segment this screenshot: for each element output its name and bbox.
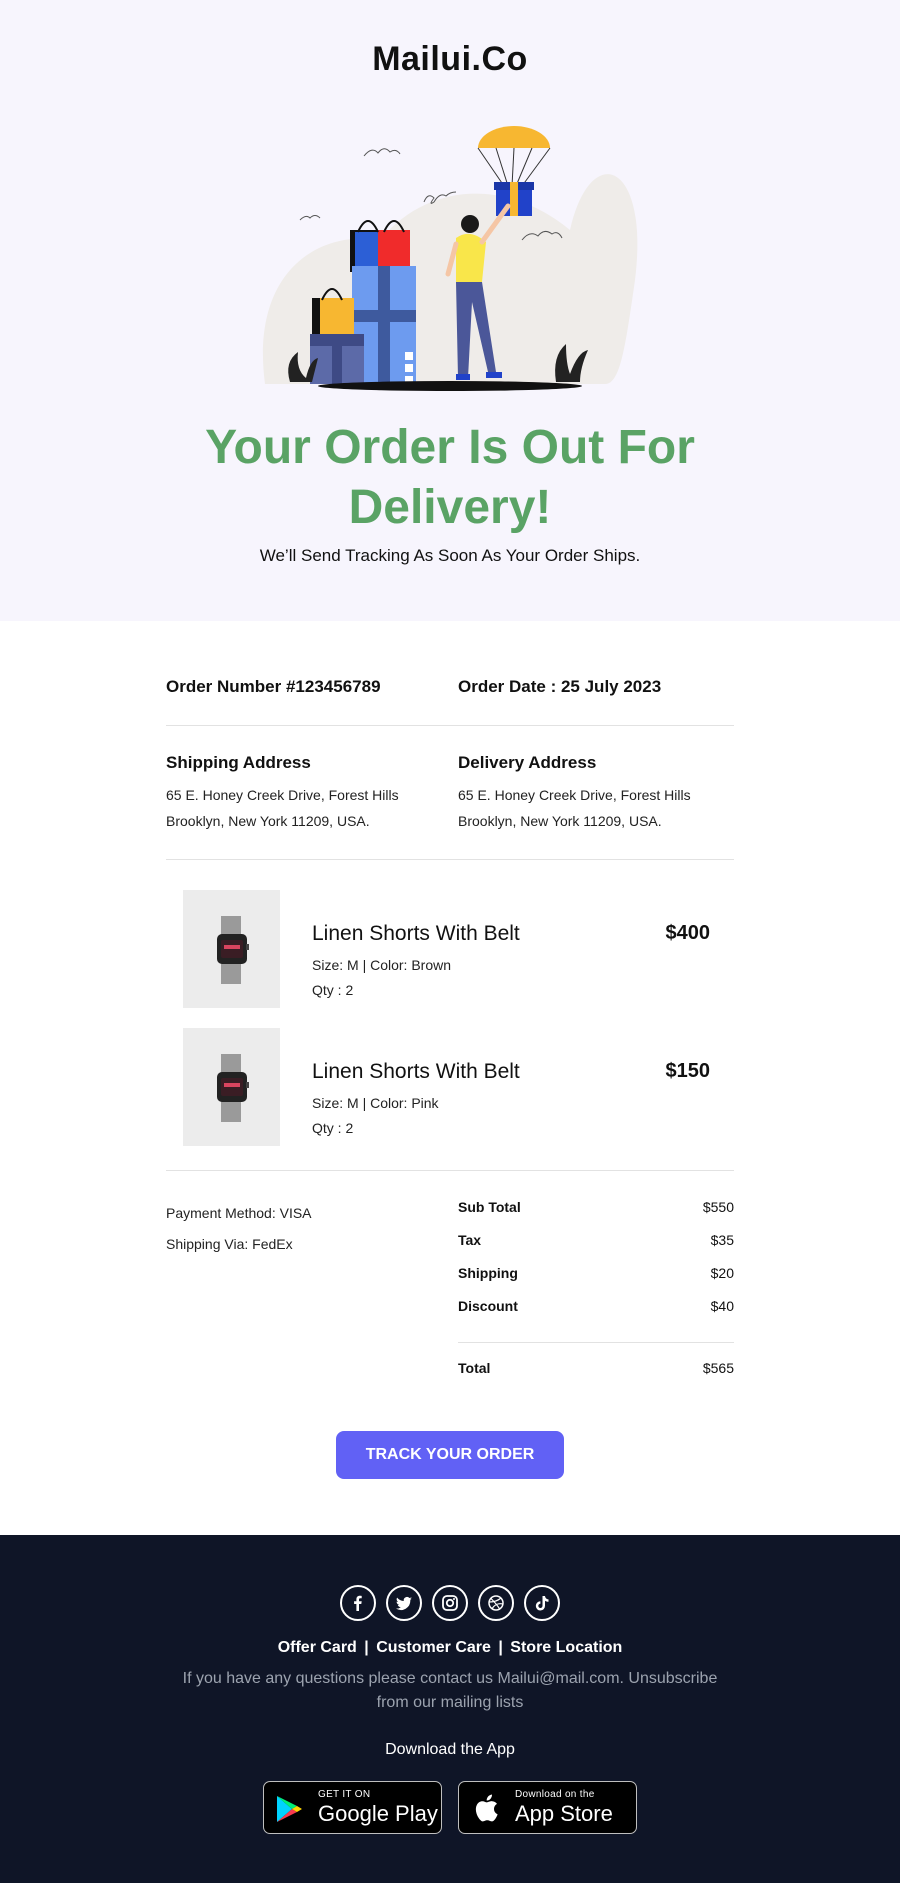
shipping-address-title: Shipping Address — [166, 753, 311, 772]
google-play-caption: GET IT ON — [318, 1789, 371, 1800]
product-image[interactable] — [183, 1028, 280, 1146]
divider — [458, 1342, 734, 1343]
footer-links: Offer Card | Customer Care | Store Locat… — [0, 1639, 900, 1657]
download-app-heading: Download the App — [385, 1741, 515, 1758]
link-separator: | — [364, 1639, 369, 1656]
hero-subline: We’ll Send Tracking As Soon As Your Orde… — [259, 546, 641, 565]
track-order-button[interactable]: TRACK YOUR ORDER — [336, 1431, 564, 1479]
shipping-address-line2: Brooklyn, New York 11209, USA. — [166, 813, 370, 829]
tiktok-icon[interactable] — [524, 1585, 560, 1621]
order-date: Order Date : 25 July 2023 — [458, 677, 662, 696]
app-store-caption: Download on the — [515, 1789, 595, 1800]
tax-value: $35 — [710, 1232, 734, 1248]
google-play-label: Google Play — [318, 1801, 438, 1826]
order-number: Order Number #123456789 — [166, 677, 381, 696]
shipping-value: $20 — [710, 1265, 734, 1281]
contact-text: If you have any questions please contact… — [182, 1670, 718, 1711]
shipping-via: Shipping Via: FedEx — [166, 1236, 293, 1252]
product-name[interactable]: Linen Shorts With Belt — [312, 922, 520, 946]
delivery-address-title: Delivery Address — [458, 753, 597, 772]
facebook-icon[interactable] — [340, 1585, 376, 1621]
total-value: $565 — [702, 1360, 734, 1376]
instagram-icon[interactable] — [432, 1585, 468, 1621]
app-store-button[interactable]: Download on the App Store — [458, 1781, 637, 1834]
twitter-icon[interactable] — [386, 1585, 422, 1621]
google-play-icon — [277, 1796, 302, 1822]
shipping-address: 65 E. Honey Creek Drive, Forest Hills Br… — [166, 782, 399, 834]
apple-icon — [475, 1794, 498, 1822]
tax-label: Tax — [458, 1232, 482, 1248]
product-price: $400 — [665, 922, 711, 944]
order-details: Order Number #123456789 Order Date : 25 … — [0, 621, 900, 1535]
watch-icon — [217, 916, 249, 984]
discount-value: $40 — [710, 1298, 734, 1314]
shipping-address-line1: 65 E. Honey Creek Drive, Forest Hills — [166, 787, 399, 803]
social-links — [0, 1585, 900, 1621]
footer: Offer Card | Customer Care | Store Locat… — [0, 1535, 900, 1883]
subtotal-value: $550 — [702, 1199, 734, 1215]
offer-card-link[interactable]: Offer Card — [278, 1639, 357, 1656]
payment-method: Payment Method: VISA — [166, 1205, 312, 1221]
product-qty: Qty : 2 — [312, 1120, 354, 1136]
product-qty: Qty : 2 — [312, 982, 354, 998]
total-label: Total — [458, 1360, 491, 1376]
dribbble-icon[interactable] — [478, 1585, 514, 1621]
brand-logo[interactable]: Mailui.Co — [0, 40, 900, 79]
product-image[interactable] — [183, 890, 280, 1008]
link-separator: | — [498, 1639, 503, 1656]
store-location-link[interactable]: Store Location — [510, 1639, 622, 1656]
subtotal-label: Sub Total — [458, 1199, 521, 1215]
app-store-label: App Store — [515, 1801, 613, 1826]
delivery-address: 65 E. Honey Creek Drive, Forest Hills Br… — [458, 782, 691, 834]
delivery-address-line2: Brooklyn, New York 11209, USA. — [458, 813, 662, 829]
divider — [166, 725, 734, 726]
divider — [166, 859, 734, 860]
watch-icon — [217, 1054, 249, 1122]
hero-section: Mailui.Co Your Order Is Out For Delivery… — [0, 0, 900, 621]
google-play-button[interactable]: GET IT ON Google Play — [263, 1781, 442, 1834]
product-variant: Size: M | Color: Brown — [312, 957, 452, 973]
product-variant: Size: M | Color: Pink — [312, 1095, 439, 1111]
delivery-illustration — [262, 126, 638, 391]
shipping-label: Shipping — [458, 1265, 518, 1281]
customer-care-link[interactable]: Customer Care — [376, 1639, 491, 1656]
delivery-address-line1: 65 E. Honey Creek Drive, Forest Hills — [458, 787, 691, 803]
divider — [166, 1170, 734, 1171]
product-name[interactable]: Linen Shorts With Belt — [312, 1060, 520, 1084]
hero-headline: Your Order Is Out For Delivery! — [205, 421, 695, 534]
discount-label: Discount — [458, 1298, 518, 1314]
product-price: $150 — [665, 1060, 711, 1082]
